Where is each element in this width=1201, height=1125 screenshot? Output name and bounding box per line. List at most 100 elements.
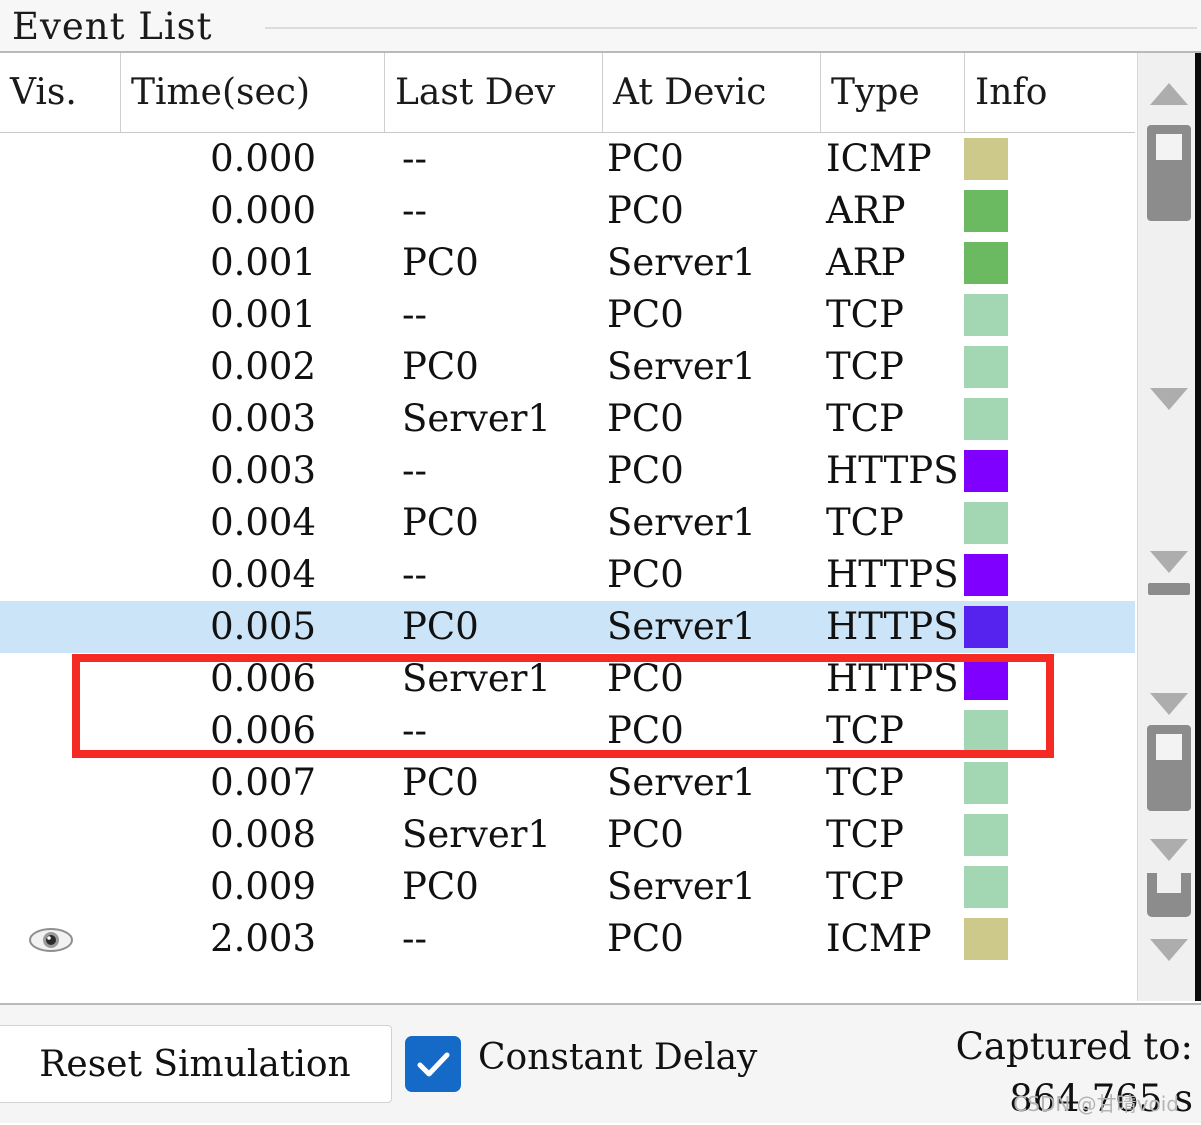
- cell-visibility[interactable]: [0, 497, 120, 549]
- cell-info[interactable]: [964, 497, 1135, 549]
- cell-info[interactable]: [964, 809, 1135, 861]
- cell-visibility[interactable]: [0, 809, 120, 861]
- info-color-swatch[interactable]: [964, 554, 1008, 596]
- table-row[interactable]: 0.001 -- PC0 TCP: [0, 289, 1135, 341]
- cell-visibility[interactable]: [0, 445, 120, 497]
- cell-visibility[interactable]: [0, 237, 120, 289]
- triangle-down-icon[interactable]: [1150, 388, 1188, 410]
- vertical-scrollbar[interactable]: [1137, 53, 1199, 1001]
- cell-at-device: PC0: [607, 553, 684, 596]
- info-color-swatch[interactable]: [964, 346, 1008, 388]
- cell-last-device: PC0: [402, 865, 479, 908]
- info-color-swatch[interactable]: [964, 606, 1008, 648]
- cell-info[interactable]: [964, 705, 1135, 757]
- cell-info[interactable]: [964, 601, 1135, 653]
- cell-visibility[interactable]: [0, 913, 120, 965]
- cell-visibility[interactable]: [0, 133, 120, 185]
- cell-visibility[interactable]: [0, 549, 120, 601]
- column-header-at-device[interactable]: At Devic: [602, 53, 820, 132]
- cell-at-device: Server1: [607, 605, 756, 648]
- cell-visibility[interactable]: [0, 185, 120, 237]
- cell-type: TCP: [826, 293, 904, 336]
- table-row[interactable]: 0.006 -- PC0 TCP: [0, 705, 1135, 757]
- cell-info[interactable]: [964, 913, 1135, 965]
- page-title: Event List: [12, 5, 213, 48]
- info-color-swatch[interactable]: [964, 190, 1008, 232]
- cell-visibility[interactable]: [0, 653, 120, 705]
- reset-simulation-button[interactable]: Reset Simulation: [0, 1025, 392, 1103]
- column-header-type[interactable]: Type: [820, 53, 964, 132]
- cell-info[interactable]: [964, 653, 1135, 705]
- cell-info[interactable]: [964, 185, 1135, 237]
- triangle-down-icon[interactable]: [1150, 693, 1188, 715]
- cell-type: HTTPS: [826, 553, 959, 596]
- info-color-swatch[interactable]: [964, 814, 1008, 856]
- cell-visibility[interactable]: [0, 757, 120, 809]
- scrollbar-thumb[interactable]: [1147, 125, 1191, 221]
- info-color-swatch[interactable]: [964, 398, 1008, 440]
- cell-info[interactable]: [964, 393, 1135, 445]
- table-row[interactable]: 0.004 -- PC0 HTTPS: [0, 549, 1135, 601]
- cell-last-device: PC0: [402, 501, 479, 544]
- info-color-swatch[interactable]: [964, 294, 1008, 336]
- table-row[interactable]: 0.000 -- PC0 ARP: [0, 185, 1135, 237]
- constant-delay-checkbox[interactable]: [405, 1036, 461, 1092]
- scrollbar-thumb[interactable]: [1147, 725, 1191, 811]
- info-color-swatch[interactable]: [964, 138, 1008, 180]
- table-row[interactable]: 0.000 -- PC0 ICMP: [0, 133, 1135, 185]
- triangle-down-icon[interactable]: [1150, 839, 1188, 861]
- cell-visibility[interactable]: [0, 393, 120, 445]
- scrollbar-thumb-inner: [1156, 134, 1182, 160]
- cell-visibility[interactable]: [0, 601, 120, 653]
- info-color-swatch[interactable]: [964, 658, 1008, 700]
- triangle-down-icon[interactable]: [1150, 939, 1188, 961]
- info-color-swatch[interactable]: [964, 918, 1008, 960]
- triangle-up-icon[interactable]: [1150, 83, 1188, 105]
- info-color-swatch[interactable]: [964, 866, 1008, 908]
- table-row[interactable]: 0.002 PC0 Server1 TCP: [0, 341, 1135, 393]
- cell-info[interactable]: [964, 549, 1135, 601]
- info-color-swatch[interactable]: [964, 242, 1008, 284]
- cell-time: 0.008: [210, 813, 316, 856]
- table-row[interactable]: 2.003 -- PC0 ICMP: [0, 913, 1135, 965]
- table-body: 0.000 -- PC0 ICMP 0.000 -- PC0 ARP 0.001 PC0 Serve…: [0, 133, 1135, 1001]
- cell-visibility[interactable]: [0, 289, 120, 341]
- column-header-time[interactable]: Time(sec): [120, 53, 384, 132]
- cell-last-device: --: [402, 917, 428, 960]
- table-row[interactable]: 0.003 Server1 PC0 TCP: [0, 393, 1135, 445]
- column-header-last-device[interactable]: Last Dev: [384, 53, 602, 132]
- eye-icon[interactable]: [28, 927, 74, 953]
- cell-info[interactable]: [964, 861, 1135, 913]
- scrollbar-end-cap[interactable]: [1148, 583, 1190, 595]
- scrollbar-bottom-cap[interactable]: [1147, 873, 1191, 917]
- table-row[interactable]: 0.001 PC0 Server1 ARP: [0, 237, 1135, 289]
- info-color-swatch[interactable]: [964, 502, 1008, 544]
- table-row[interactable]: 0.003 -- PC0 HTTPS: [0, 445, 1135, 497]
- column-header-vis[interactable]: Vis.: [0, 53, 120, 132]
- cell-info[interactable]: [964, 289, 1135, 341]
- cell-at-device: Server1: [607, 501, 756, 544]
- cell-visibility[interactable]: [0, 705, 120, 757]
- cell-info[interactable]: [964, 237, 1135, 289]
- cell-info[interactable]: [964, 133, 1135, 185]
- info-color-swatch[interactable]: [964, 762, 1008, 804]
- triangle-down-icon[interactable]: [1150, 551, 1188, 573]
- table-row[interactable]: 0.005 PC0 Server1 HTTPS: [0, 601, 1135, 653]
- info-color-swatch[interactable]: [964, 450, 1008, 492]
- table-row[interactable]: 0.004 PC0 Server1 TCP: [0, 497, 1135, 549]
- cell-visibility[interactable]: [0, 341, 120, 393]
- info-color-swatch[interactable]: [964, 710, 1008, 752]
- cell-info[interactable]: [964, 341, 1135, 393]
- cell-last-device: Server1: [402, 397, 551, 440]
- table-row[interactable]: 0.006 Server1 PC0 HTTPS: [0, 653, 1135, 705]
- cell-time: 0.005: [210, 605, 316, 648]
- cell-info[interactable]: [964, 757, 1135, 809]
- cell-info[interactable]: [964, 445, 1135, 497]
- table-row[interactable]: 0.008 Server1 PC0 TCP: [0, 809, 1135, 861]
- cell-type: TCP: [826, 397, 904, 440]
- table-row[interactable]: 0.009 PC0 Server1 TCP: [0, 861, 1135, 913]
- cell-visibility[interactable]: [0, 861, 120, 913]
- column-header-info[interactable]: Info: [964, 53, 1135, 132]
- table-row[interactable]: 0.007 PC0 Server1 TCP: [0, 757, 1135, 809]
- cell-type: HTTPS: [826, 449, 959, 492]
